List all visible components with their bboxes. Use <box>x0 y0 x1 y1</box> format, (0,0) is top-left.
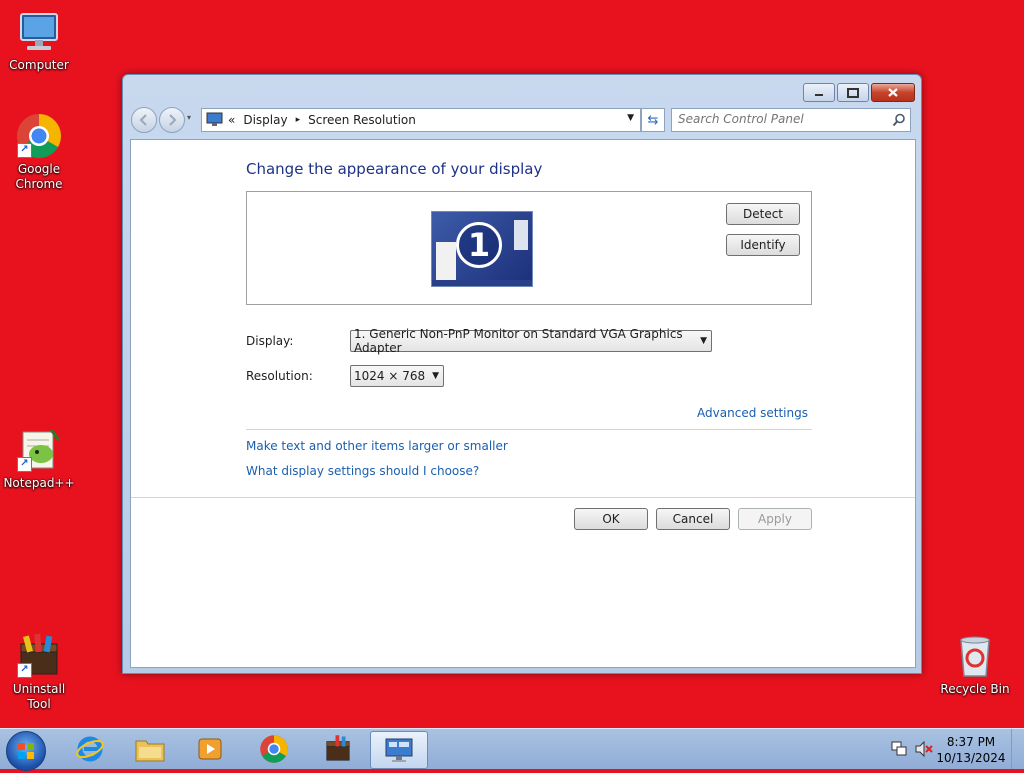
cancel-button[interactable]: Cancel <box>656 508 730 530</box>
taskbar-uninstall-tool[interactable] <box>310 731 366 767</box>
breadcrumb-overflow[interactable]: « <box>224 113 239 127</box>
folder-icon <box>135 740 165 762</box>
refresh-icon: ⇆ <box>647 112 659 128</box>
windows-logo-icon <box>18 743 34 759</box>
desktop-icon-uninstall-tool[interactable]: ↗ Uninstall Tool <box>0 632 78 712</box>
monitor-number-badge: 1 <box>456 222 502 268</box>
taskbar-media-player[interactable] <box>182 731 238 767</box>
shortcut-arrow-icon: ↗ <box>17 663 32 678</box>
clock-time: 8:37 PM <box>946 735 996 749</box>
computer-icon <box>15 8 63 56</box>
notepad-plus-plus-icon: ↗ <box>15 426 63 474</box>
display-label: Display: <box>246 334 294 348</box>
monitor-taskbar-decoration <box>432 280 532 286</box>
desktop-icon-computer[interactable]: Computer <box>0 8 78 73</box>
monitor-1-thumbnail[interactable]: 1 <box>431 211 533 287</box>
display-settings-icon <box>385 738 413 762</box>
desktop-icon-google-chrome[interactable]: ↗ Google Chrome <box>0 112 78 192</box>
back-button[interactable] <box>131 107 157 133</box>
breadcrumb-display[interactable]: Display <box>239 113 291 127</box>
identify-button[interactable]: Identify <box>726 234 800 256</box>
minimize-icon <box>815 93 823 96</box>
clock-date: 10/13/2024 <box>936 751 1006 765</box>
taskbar-google-chrome[interactable] <box>246 731 302 767</box>
section-divider <box>246 429 812 430</box>
breadcrumb-screen-resolution[interactable]: Screen Resolution <box>304 113 420 127</box>
forward-arrow-icon <box>169 114 177 126</box>
desktop-icon-recycle-bin[interactable]: Recycle Bin <box>936 632 1014 697</box>
address-dropdown-icon[interactable]: ▼ <box>627 113 634 123</box>
volume-muted-icon[interactable] <box>914 740 934 761</box>
control-panel-display-icon <box>206 112 223 126</box>
taskbar-internet-explorer[interactable] <box>62 731 118 767</box>
monitor-window-decoration <box>436 242 456 280</box>
monitor-window-decoration <box>514 220 528 250</box>
desktop-icon-label: Notepad++ <box>3 476 75 490</box>
maximize-icon <box>847 87 859 98</box>
desktop-icon-label: Google Chrome <box>15 162 63 191</box>
internet-explorer-icon <box>76 736 104 762</box>
refresh-button[interactable]: ⇆ <box>641 108 665 132</box>
desktop-icon-label: Uninstall Tool <box>12 682 66 711</box>
advanced-settings-link[interactable]: Advanced settings <box>697 406 808 420</box>
network-tray-icon[interactable] <box>890 740 908 761</box>
resolution-label: Resolution: <box>246 369 313 383</box>
taskbar-control-panel-display[interactable] <box>370 731 428 769</box>
text-size-link[interactable]: Make text and other items larger or smal… <box>246 439 508 453</box>
back-arrow-icon <box>139 114 147 126</box>
minimize-button[interactable] <box>803 83 835 102</box>
navigation-bar: ▾ « Display ▸ Screen Resolution ▼ ⇆ <box>131 107 914 133</box>
detect-button[interactable]: Detect <box>726 203 800 225</box>
recycle-bin-icon <box>951 632 999 680</box>
search-box[interactable] <box>671 108 911 132</box>
maximize-button[interactable] <box>837 83 869 102</box>
apply-button[interactable]: Apply <box>738 508 812 530</box>
forward-button[interactable] <box>159 107 185 133</box>
resolution-select[interactable]: 1024 × 768 ▼ <box>350 365 444 387</box>
display-select-value: 1. Generic Non-PnP Monitor on Standard V… <box>354 327 683 355</box>
uninstall-tool-icon <box>326 735 350 761</box>
display-settings-help-link[interactable]: What display settings should I choose? <box>246 464 479 478</box>
dropdown-arrow-icon: ▼ <box>432 371 439 381</box>
monitor-arrangement-area: 1 Detect Identify <box>246 191 812 305</box>
footer-divider <box>131 497 915 498</box>
screen-resolution-window: ▾ « Display ▸ Screen Resolution ▼ ⇆ Chan… <box>122 74 922 674</box>
desktop-icon-notepad-plus-plus[interactable]: ↗ Notepad++ <box>0 426 78 491</box>
taskbar-file-explorer[interactable] <box>122 731 178 767</box>
close-button[interactable] <box>871 83 915 102</box>
search-input[interactable] <box>672 109 878 129</box>
recent-pages-chevron-icon[interactable]: ▾ <box>187 113 191 122</box>
dropdown-arrow-icon: ▼ <box>700 336 707 346</box>
show-desktop-button[interactable] <box>1011 729 1024 769</box>
start-button[interactable] <box>6 731 46 771</box>
desktop-icon-label: Recycle Bin <box>940 682 1010 696</box>
shortcut-arrow-icon: ↗ <box>17 457 32 472</box>
caption-buttons <box>803 83 915 102</box>
chrome-icon: ↗ <box>15 112 63 160</box>
page-title: Change the appearance of your display <box>246 160 543 178</box>
taskbar: 8:37 PM 10/13/2024 <box>0 728 1024 771</box>
resolution-select-value: 1024 × 768 <box>354 369 426 383</box>
desktop-icon-label: Computer <box>9 58 69 72</box>
chrome-icon <box>260 735 288 763</box>
ok-button[interactable]: OK <box>574 508 648 530</box>
media-player-icon <box>198 738 222 760</box>
close-icon <box>888 88 898 97</box>
address-bar[interactable]: « Display ▸ Screen Resolution ▼ <box>201 108 641 132</box>
content-pane: Change the appearance of your display 1 … <box>130 139 916 668</box>
search-icon[interactable] <box>892 113 906 127</box>
breadcrumb-separator-icon[interactable]: ▸ <box>292 115 305 125</box>
display-select[interactable]: 1. Generic Non-PnP Monitor on Standard V… <box>350 327 712 355</box>
uninstall-tool-icon: ↗ <box>15 632 63 680</box>
system-clock[interactable]: 8:37 PM 10/13/2024 <box>936 734 1006 766</box>
shortcut-arrow-icon: ↗ <box>17 143 32 158</box>
